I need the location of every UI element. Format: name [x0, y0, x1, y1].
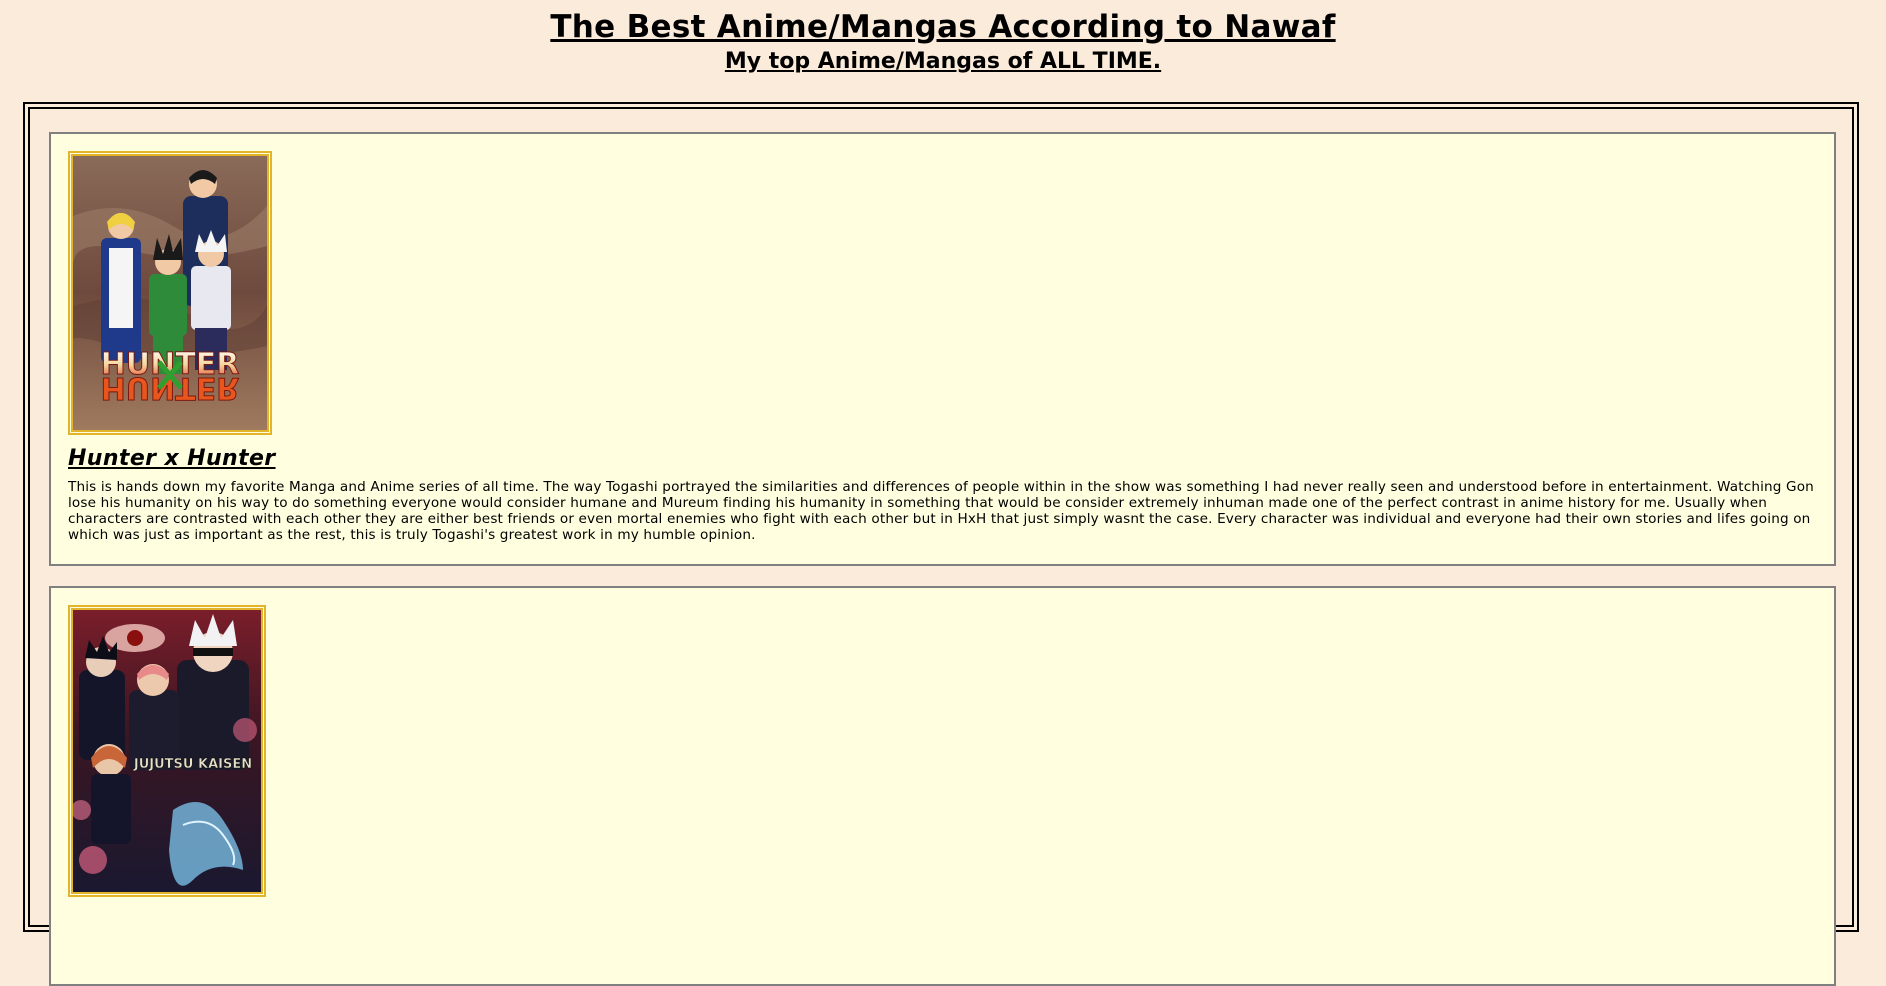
page-subtitle: My top Anime/Mangas of ALL TIME.: [724, 49, 1162, 74]
anime-card-jujutsu-kaisen: JUJUTSU KAISEN: [49, 586, 1836, 986]
jujutsu-kaisen-poster: JUJUTSU KAISEN: [68, 605, 266, 897]
page-header: The Best Anime/Mangas According to Nawaf…: [0, 0, 1886, 76]
hunter-x-hunter-description: This is hands down my favorite Manga and…: [68, 479, 1814, 543]
page-title: The Best Anime/Mangas According to Nawaf: [550, 9, 1336, 45]
anime-card-hunter-x-hunter: HUNTER HUNTER Hunter x Hunter This is ha…: [49, 132, 1836, 566]
hunter-x-hunter-title: Hunter x Hunter: [68, 446, 276, 471]
jujutsu-kaisen-logo-text: JUJUTSU KAISEN: [133, 757, 252, 772]
hunter-x-hunter-poster: HUNTER HUNTER: [68, 151, 272, 435]
